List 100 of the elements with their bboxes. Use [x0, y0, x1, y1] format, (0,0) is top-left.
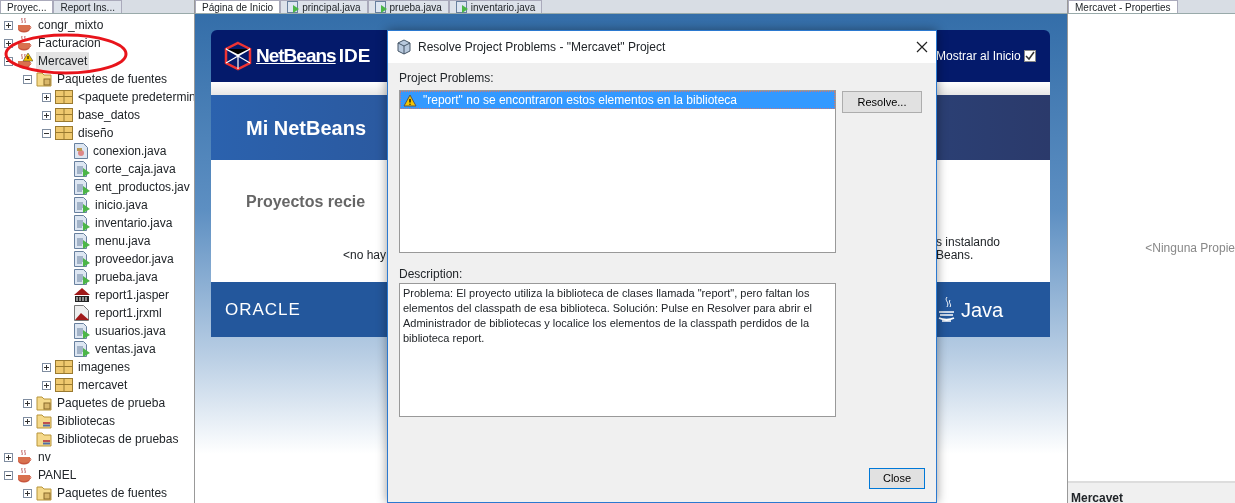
tree-item[interactable]: proveedor.java	[93, 250, 176, 268]
tree-item[interactable]: Bibliotecas de pruebas	[55, 430, 181, 448]
folder-books-icon	[36, 431, 52, 447]
tab[interactable]: inventario.java	[448, 0, 543, 13]
expand-toggle-icon[interactable]	[23, 398, 32, 408]
tab[interactable]: principal.java	[280, 0, 368, 13]
cube-icon	[396, 39, 412, 55]
tree-item[interactable]: congr_mixto	[36, 16, 106, 34]
checkmark-icon	[1024, 51, 1035, 61]
form-file-icon	[74, 161, 90, 177]
section-label: Description:	[399, 266, 464, 283]
tab[interactable]: Página de Inicio	[195, 0, 281, 13]
tree-item[interactable]: report1.jrxml	[93, 304, 164, 322]
collapse-toggle-icon[interactable]	[4, 56, 13, 66]
tree-item[interactable]: inicio.java	[93, 196, 150, 214]
tree-item[interactable]: usuarios.java	[93, 322, 168, 340]
form-file-icon	[74, 215, 90, 231]
checkbox-label: Mostrar al Inicio	[936, 48, 1021, 65]
expand-toggle-icon[interactable]	[42, 380, 51, 390]
form-file-icon	[74, 233, 90, 249]
expand-toggle-icon[interactable]	[4, 452, 13, 462]
tree-item[interactable]: report1.jasper	[93, 286, 172, 304]
section-heading: Proyectos recie	[246, 192, 367, 212]
folder-icon	[36, 485, 52, 501]
tab[interactable]: Proyec...	[0, 0, 54, 13]
logo-suffix: IDE	[338, 43, 371, 68]
banner-title: Mi NetBeans	[246, 115, 367, 141]
tree-item[interactable]: base_datos	[76, 106, 143, 124]
tree-item[interactable]: corte_caja.java	[93, 160, 178, 178]
tree-item[interactable]: nv	[36, 448, 53, 466]
startup-checkbox[interactable]	[1023, 50, 1036, 62]
tree-item[interactable]: conexion.java	[91, 142, 169, 160]
package-icon	[55, 126, 73, 140]
package-icon	[55, 90, 73, 104]
form-file-icon	[74, 323, 90, 339]
tree-item[interactable]: menu.java	[93, 232, 153, 250]
tree-item[interactable]: Paquetes de prueba	[55, 394, 168, 412]
coffee-cup-icon	[17, 35, 33, 51]
tree-item[interactable]: diseño	[76, 124, 116, 142]
jasper-file-icon	[74, 287, 90, 303]
folder-icon	[36, 395, 52, 411]
tree-item[interactable]: mercavet	[76, 376, 130, 394]
close-dialog-button[interactable]: Close	[869, 468, 925, 489]
tree-item[interactable]: Paquetes de fuentes	[55, 484, 170, 502]
tree-item[interactable]: inventario.java	[93, 214, 175, 232]
expand-toggle-icon[interactable]	[23, 416, 32, 426]
tree-item[interactable]: Paquetes de fuentes	[55, 70, 170, 88]
form-file-icon	[74, 179, 90, 195]
body-text: Beans.	[936, 249, 975, 262]
tree-item[interactable]: Mercavet	[36, 52, 90, 70]
package-icon	[55, 360, 73, 374]
tree-item[interactable]: Facturacion	[36, 34, 103, 52]
tree-item[interactable]: Bibliotecas	[55, 412, 118, 430]
tree-item[interactable]: PANEL	[36, 466, 79, 484]
expand-toggle-icon[interactable]	[4, 20, 13, 30]
tab[interactable]: Report Ins...	[53, 0, 122, 13]
form-file-icon	[74, 341, 90, 357]
empty-text: <no hay	[342, 247, 386, 264]
expand-toggle-icon[interactable]	[23, 488, 32, 498]
placeholder-text: <Ninguna Propie	[1145, 239, 1235, 257]
tree-item[interactable]: ent_productos.jav	[93, 178, 192, 196]
tree-item[interactable]: ventas.java	[93, 340, 158, 358]
java-file-icon	[287, 1, 300, 13]
panel-footer-title: Mercavet	[1071, 491, 1124, 503]
package-icon	[55, 108, 73, 122]
form-file-icon	[74, 197, 90, 213]
java-file-icon	[455, 1, 468, 13]
dialog-title: Resolve Project Problems - "Mercavet" Project	[418, 39, 667, 56]
close-button[interactable]	[916, 41, 928, 53]
section-label: Project Problems:	[399, 70, 495, 87]
expand-toggle-icon[interactable]	[42, 92, 51, 102]
collapse-toggle-icon[interactable]	[23, 74, 32, 84]
body-text: s instalando	[936, 236, 1002, 249]
form-file-icon	[74, 269, 90, 285]
warning-icon	[403, 93, 417, 107]
tab[interactable]: prueba.java	[367, 0, 449, 13]
resolve-button[interactable]: Resolve...	[842, 91, 922, 113]
expand-toggle-icon[interactable]	[42, 110, 51, 120]
tree-item[interactable]: prueba.java	[93, 268, 160, 286]
logo-text: NetBeans	[256, 43, 336, 68]
folder-icon	[36, 71, 52, 87]
java-file-icon	[374, 1, 387, 13]
folder-books-icon	[36, 413, 52, 429]
description-text-area: Problema: El proyecto utiliza la biblioteca de clases llamada "report", pero faltan los elementos del classpath de esa biblioteca. Solución: Pulse en Resolver para abrir el Administrador de bibliotecas y localice los elementos de la classpath perdidos de la biblioteca report.	[399, 283, 836, 417]
coffee-cup-icon	[17, 17, 33, 33]
close-icon	[916, 41, 928, 53]
package-icon	[55, 378, 73, 392]
jrxml-file-icon	[74, 305, 90, 321]
java-logo-text: Java	[961, 297, 1004, 323]
class-file-icon	[74, 143, 88, 159]
tab[interactable]: Mercavet - Properties	[1068, 0, 1178, 13]
collapse-toggle-icon[interactable]	[4, 470, 13, 480]
cube-logo-icon	[223, 41, 253, 71]
tree-item[interactable]: imagenes	[76, 358, 133, 376]
coffee-cup-icon	[17, 449, 33, 465]
expand-toggle-icon[interactable]	[4, 38, 13, 48]
oracle-logo-text: ORACLE	[224, 298, 302, 321]
collapse-toggle-icon[interactable]	[42, 128, 51, 138]
expand-toggle-icon[interactable]	[42, 362, 51, 372]
coffee-cup-icon	[17, 467, 33, 483]
